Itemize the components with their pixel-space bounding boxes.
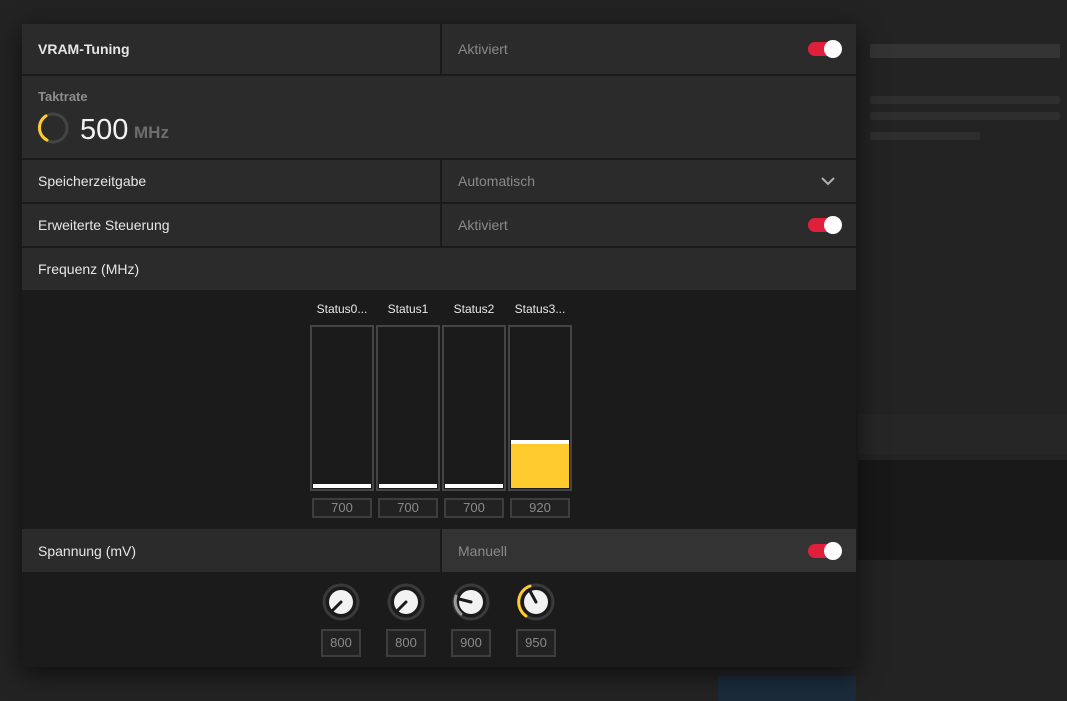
frequency-slider[interactable] xyxy=(442,325,506,491)
state-name: Status1 xyxy=(387,302,429,316)
memory-timing-value: Automatisch xyxy=(458,173,536,189)
memory-timing-label: Speicherzeitgabe xyxy=(38,173,147,189)
toggle-knob xyxy=(824,541,842,560)
dial-knob-icon[interactable] xyxy=(321,582,361,622)
vram-tuning-status: Aktiviert xyxy=(458,41,508,57)
voltage-row: Spannung (mV) Manuell xyxy=(22,529,856,572)
voltage-states: 800 800 900 950 xyxy=(22,572,856,667)
background-text-line xyxy=(870,132,980,140)
voltage-toggle[interactable] xyxy=(808,541,842,560)
dial-knob-icon[interactable] xyxy=(516,582,556,622)
voltage-value-input[interactable]: 800 xyxy=(386,629,426,657)
memory-timing-row: Speicherzeitgabe Automatisch xyxy=(22,160,856,204)
frequency-value-input[interactable]: 700 xyxy=(312,498,372,518)
frequency-value-input[interactable]: 920 xyxy=(510,498,570,518)
slider-fill[interactable] xyxy=(511,440,569,488)
memory-timing-dropdown[interactable]: Automatisch xyxy=(440,160,856,202)
background-text-line xyxy=(870,112,1060,120)
frequency-value-input[interactable]: 700 xyxy=(444,498,504,518)
frequency-states: Status0... 700 Status1 700 Status2 700 S… xyxy=(22,290,856,529)
advanced-control-toggle[interactable] xyxy=(808,216,842,234)
vram-tuning-row: VRAM-Tuning Aktiviert xyxy=(22,24,856,76)
voltage-mode: Manuell xyxy=(458,542,508,559)
clock-rate-title: Taktrate xyxy=(38,89,88,104)
frequency-label: Frequenz (MHz) xyxy=(38,261,140,277)
slider-handle[interactable] xyxy=(445,484,503,488)
slider-handle[interactable] xyxy=(379,484,437,488)
vram-tuning-toggle[interactable] xyxy=(808,40,842,58)
voltage-value-input[interactable]: 800 xyxy=(321,629,361,657)
state-name: Status2 xyxy=(453,302,495,316)
background-row xyxy=(858,414,1067,454)
frequency-slider[interactable] xyxy=(310,325,374,491)
clock-rate-unit: MHz xyxy=(134,123,169,142)
dial-knob-icon[interactable] xyxy=(451,582,491,622)
frequency-slider[interactable] xyxy=(376,325,440,491)
voltage-control[interactable]: Manuell xyxy=(440,529,856,572)
advanced-control-control[interactable]: Aktiviert xyxy=(440,204,856,246)
background-heading xyxy=(870,44,1060,58)
state-name: Status0... xyxy=(316,302,368,316)
advanced-control-status: Aktiviert xyxy=(458,217,508,233)
background-button xyxy=(718,676,856,701)
voltage-value-input[interactable]: 950 xyxy=(516,629,556,657)
vram-tuning-control[interactable]: Aktiviert xyxy=(440,24,856,74)
background-panel xyxy=(858,460,1067,560)
gauge-icon xyxy=(37,112,69,144)
background-text-line xyxy=(870,96,1060,104)
slider-handle[interactable] xyxy=(313,484,371,488)
clock-rate-value: 500 xyxy=(80,114,129,146)
state-name: Status3... xyxy=(514,302,566,316)
vram-tuning-panel: VRAM-Tuning Aktiviert Taktrate 500 MHz S… xyxy=(22,24,856,667)
voltage-label: Spannung (mV) xyxy=(38,542,137,559)
frequency-slider[interactable] xyxy=(508,325,572,491)
clock-rate-block: Taktrate 500 MHz xyxy=(22,76,856,160)
advanced-control-row: Erweiterte Steuerung Aktiviert xyxy=(22,204,856,248)
vram-tuning-label: VRAM-Tuning xyxy=(38,41,130,57)
frequency-value-input[interactable]: 700 xyxy=(378,498,438,518)
chevron-down-icon xyxy=(821,177,835,186)
voltage-value-input[interactable]: 900 xyxy=(451,629,491,657)
toggle-knob xyxy=(824,216,842,234)
frequency-header-row: Frequenz (MHz) xyxy=(22,248,856,290)
advanced-control-label: Erweiterte Steuerung xyxy=(38,217,170,233)
dial-knob-icon[interactable] xyxy=(386,582,426,622)
toggle-knob xyxy=(824,40,842,58)
